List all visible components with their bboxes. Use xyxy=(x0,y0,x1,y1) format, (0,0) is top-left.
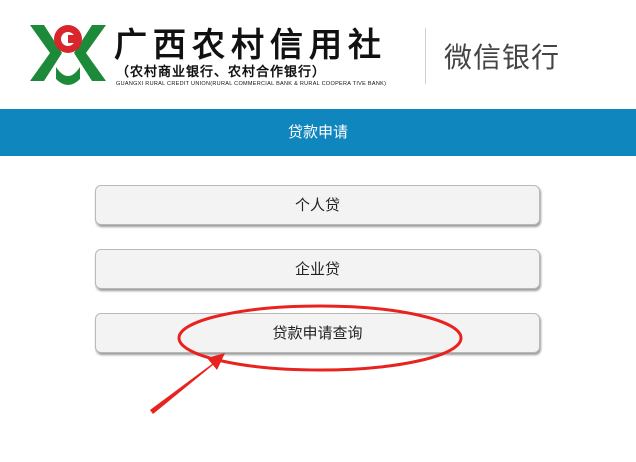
header-divider xyxy=(425,28,426,84)
personal-loan-button[interactable]: 个人贷 xyxy=(95,185,540,225)
service-name: 微信银行 xyxy=(444,41,561,74)
rural-credit-logo-icon xyxy=(30,25,106,85)
pointer-arrow-icon xyxy=(150,353,225,414)
business-loan-button[interactable]: 企业贷 xyxy=(95,249,540,289)
page-header: 广西农村信用社 （农村商业银行、农村合作银行） GUANGXI RURAL CR… xyxy=(0,0,636,109)
brand-english-name: GUANGXI RURAL CREDIT UNION(RURAL COMMERC… xyxy=(116,81,387,87)
brand-name: 广西农村信用社 xyxy=(114,25,387,64)
brand-subtitle: （农村商业银行、农村合作银行） xyxy=(116,65,327,80)
page-title: 贷款申请 xyxy=(0,109,636,156)
loan-application-query-button[interactable]: 贷款申请查询 xyxy=(95,313,540,353)
